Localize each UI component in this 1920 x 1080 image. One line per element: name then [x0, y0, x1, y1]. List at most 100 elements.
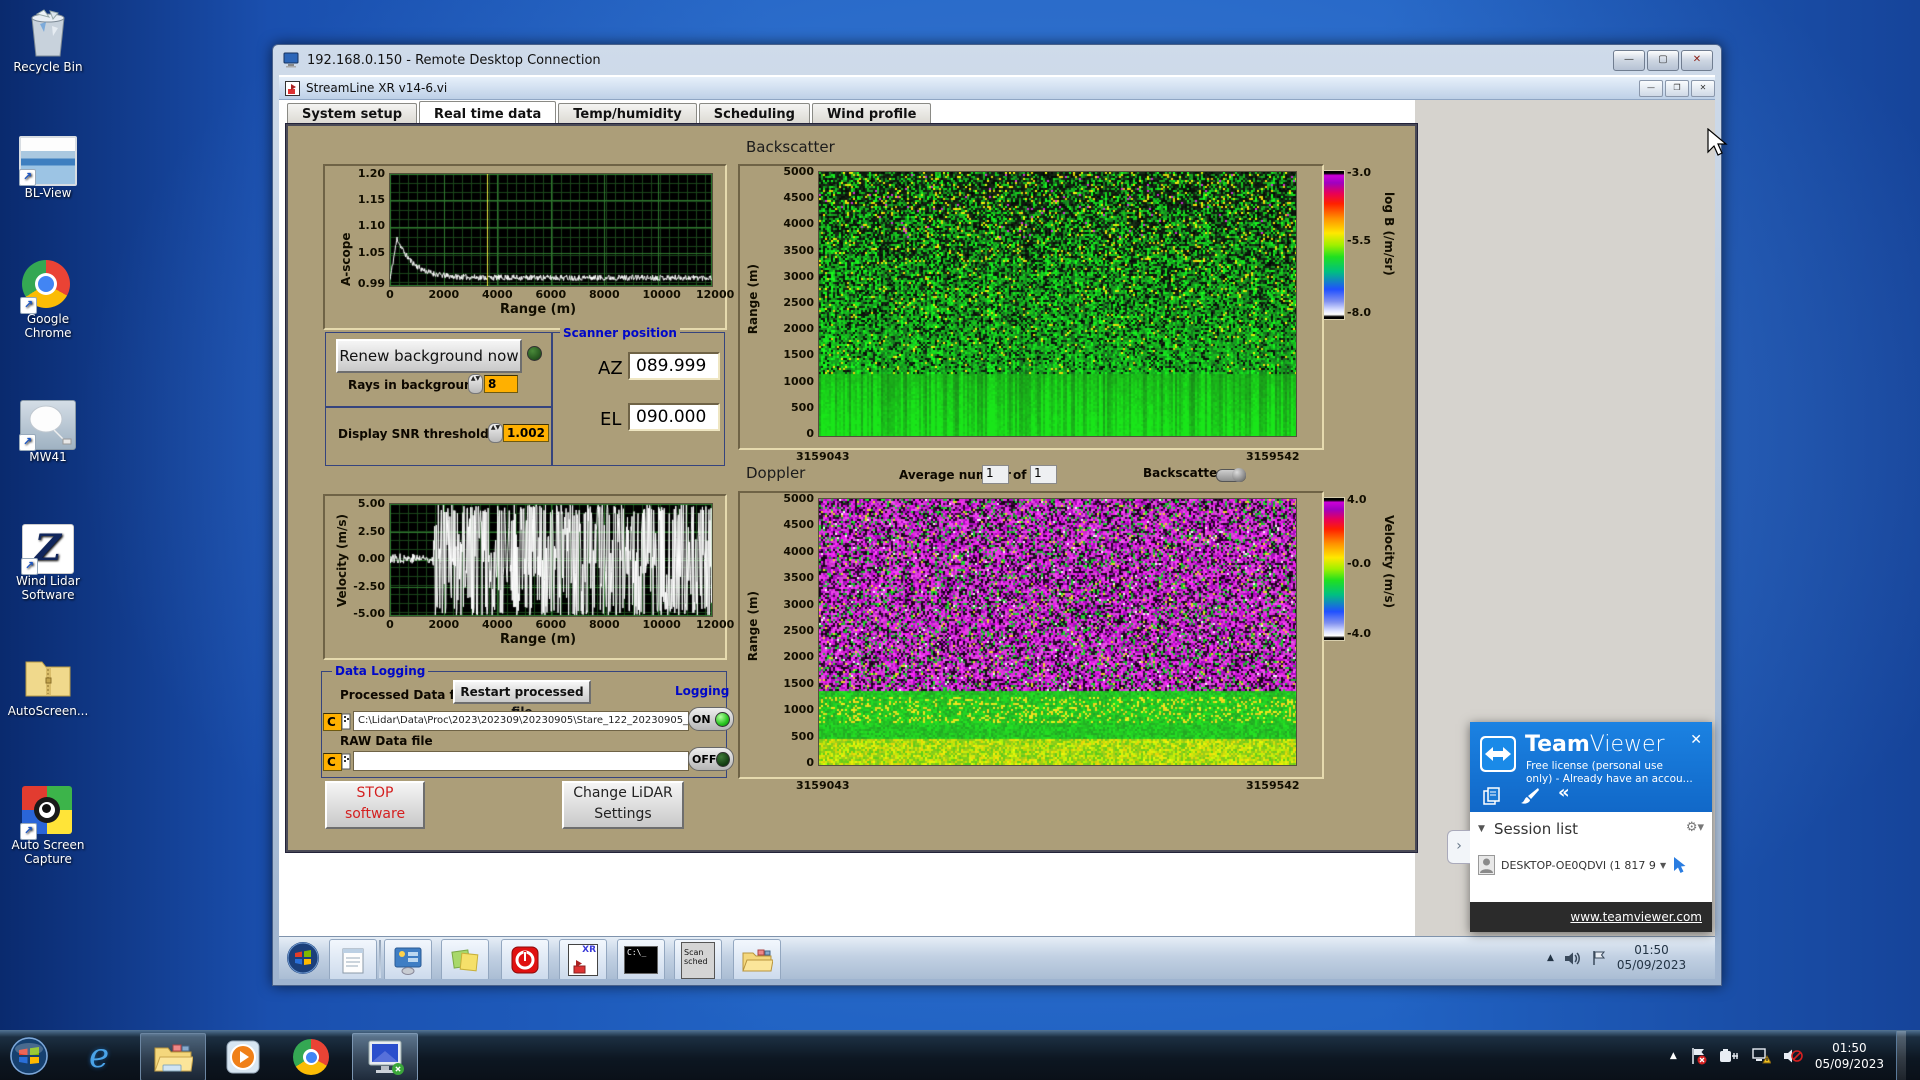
- vi-close-button[interactable]: ✕: [1691, 79, 1715, 97]
- scanner-position-title: Scanner position: [560, 326, 680, 340]
- vi-title-bar[interactable]: StreamLine XR v14-6.vi — ❐ ✕: [279, 77, 1715, 100]
- processed-path-field[interactable]: C:\Lidar\Data\Proc\2023\202309\20230905\…: [353, 711, 689, 731]
- host-taskbar-internet-explorer[interactable]: e: [76, 1035, 122, 1077]
- desktop-icon-auto-screen-capture[interactable]: ↗ Auto Screen Capture: [0, 786, 96, 866]
- tab-system-setup[interactable]: System setup: [287, 103, 418, 126]
- vi-minimize-button[interactable]: —: [1639, 79, 1663, 97]
- session-settings-gear-icon[interactable]: ⚙▾: [1686, 820, 1704, 835]
- action-center-flag-icon[interactable]: [1591, 950, 1607, 966]
- connect-pointer-icon[interactable]: [1672, 856, 1688, 874]
- action-center-flag-icon[interactable]: [1689, 1047, 1707, 1065]
- snr-spinner[interactable]: ▲▼: [488, 423, 503, 443]
- windows-explorer-icon: [154, 1044, 193, 1072]
- network-status-icon[interactable]: [1751, 1047, 1771, 1065]
- teamviewer-link[interactable]: www.teamviewer.com: [1570, 910, 1702, 924]
- tab-real-time-data[interactable]: Real time data: [419, 101, 557, 126]
- remote-quicklaunch-labview-xr[interactable]: XR: [559, 939, 607, 979]
- browse-icon[interactable]: [341, 753, 351, 770]
- vi-restore-button[interactable]: ❐: [1665, 79, 1689, 97]
- el-field[interactable]: 090.000: [628, 403, 720, 431]
- session-list-expander-icon[interactable]: ▼: [1478, 824, 1485, 834]
- average-current-field[interactable]: 1: [982, 465, 1009, 484]
- remote-quicklaunch-notepad[interactable]: [329, 939, 377, 979]
- volume-muted-icon[interactable]: [1783, 1047, 1803, 1065]
- rdp-window-icon: [283, 52, 299, 68]
- auto-screen-capture-icon: ↗: [20, 786, 74, 840]
- rdp-maximize-button[interactable]: ▢: [1647, 49, 1679, 71]
- remote-quicklaunch-power[interactable]: [501, 939, 549, 979]
- remote-clock[interactable]: 01:50 05/09/2023: [1617, 943, 1686, 973]
- rdp-title-bar[interactable]: 192.168.0.150 - Remote Desktop Connectio…: [273, 45, 1721, 75]
- doppler-x-end: 3159542: [1246, 779, 1300, 792]
- restart-processed-file-button[interactable]: Restart processed file: [453, 680, 591, 719]
- raw-drive-box[interactable]: C: [323, 753, 342, 771]
- ascope-ylabel: A-scope: [339, 232, 353, 287]
- desktop-icon-recycle-bin[interactable]: Recycle Bin: [0, 8, 96, 74]
- spin-down-icon[interactable]: ▼: [496, 424, 501, 431]
- speaker-icon[interactable]: [1564, 951, 1581, 966]
- copy-icon[interactable]: [1482, 786, 1502, 806]
- host-taskbar-windows-explorer[interactable]: [140, 1033, 206, 1080]
- host-taskbar-media-player[interactable]: [220, 1036, 266, 1078]
- backscatter-toggle[interactable]: [1216, 468, 1246, 482]
- host-start-button[interactable]: [6, 1034, 52, 1078]
- renew-background-button[interactable]: Renew background now: [336, 339, 522, 373]
- toggle-knob[interactable]: [1232, 468, 1246, 482]
- processed-logging-pill[interactable]: ON: [688, 707, 734, 731]
- host-taskbar-remote-desktop[interactable]: [352, 1033, 418, 1080]
- browse-icon[interactable]: [341, 713, 351, 730]
- remote-quicklaunch-sticky-notes[interactable]: [441, 939, 489, 979]
- az-field[interactable]: 089.999: [628, 352, 720, 380]
- labview-xr-icon: XR: [568, 944, 598, 976]
- desktop-icon-autoscreen-zip[interactable]: AutoScreen...: [0, 652, 96, 718]
- y-tick-label: 1.15: [357, 193, 385, 207]
- rays-spinner[interactable]: ▲▼: [468, 374, 483, 394]
- rdp-minimize-button[interactable]: —: [1613, 49, 1645, 71]
- teamviewer-footer: www.teamviewer.com: [1470, 902, 1712, 932]
- y-tick-label: 1500: [783, 676, 814, 690]
- show-desktop-button[interactable]: [1896, 1031, 1906, 1080]
- tray-up-arrow-icon[interactable]: ▲: [1547, 953, 1554, 963]
- tab-wind-profile[interactable]: Wind profile: [811, 103, 932, 126]
- average-of-label: of: [1013, 468, 1027, 482]
- teamviewer-close-icon[interactable]: ✕: [1690, 732, 1702, 748]
- rdp-close-button[interactable]: ✕: [1681, 49, 1713, 71]
- stop-software-button[interactable]: STOP software: [325, 781, 425, 829]
- teamviewer-collapse-handle[interactable]: ›: [1447, 830, 1470, 864]
- brush-icon[interactable]: [1518, 786, 1540, 806]
- remote-quicklaunch-display-settings[interactable]: [384, 939, 432, 979]
- remote-start-button[interactable]: [283, 939, 323, 977]
- remote-quicklaunch-cmd[interactable]: C:\_: [617, 939, 665, 979]
- backscatter-x-start: 3159043: [796, 450, 850, 463]
- session-dropdown-icon[interactable]: ▼: [1660, 861, 1666, 870]
- average-total-field[interactable]: 1: [1030, 465, 1057, 484]
- processed-drive-box[interactable]: C: [323, 713, 342, 731]
- raw-path-field[interactable]: [353, 751, 689, 771]
- host-clock[interactable]: 01:50 05/09/2023: [1815, 1040, 1884, 1072]
- change-lidar-settings-button[interactable]: Change LiDAR Settings: [562, 781, 684, 829]
- doppler-ylabel: Range (m): [746, 591, 760, 662]
- snr-value[interactable]: 1.002: [503, 424, 549, 442]
- battery-power-icon[interactable]: [1719, 1047, 1739, 1065]
- collapse-chevrons-icon[interactable]: «: [1558, 782, 1570, 803]
- y-tick-label: 3000: [783, 269, 814, 283]
- session-row[interactable]: DESKTOP-OE0QDVI (1 817 937 ▼: [1478, 852, 1704, 878]
- rays-value[interactable]: 8: [484, 375, 518, 393]
- x-tick-label: 12000: [696, 288, 735, 301]
- desktop-icon-bl-view[interactable]: ↗ BL-View: [0, 136, 96, 200]
- raw-logging-pill[interactable]: OFF: [688, 747, 734, 771]
- tray-up-arrow-icon[interactable]: ▲: [1670, 1051, 1677, 1061]
- host-taskbar-chrome[interactable]: [288, 1036, 334, 1078]
- on-label: ON: [692, 712, 711, 726]
- tab-temp-humidity[interactable]: Temp/humidity: [558, 103, 697, 126]
- desktop-icon-wind-lidar[interactable]: Z ↗ Wind Lidar Software: [0, 524, 96, 602]
- remote-taskbar: XR C:\_ Scan sched ▲ 01:50 05/09/2023: [279, 936, 1715, 979]
- processed-file-label: Processed Data file: [340, 688, 471, 702]
- remote-quicklaunch-scan-sched[interactable]: Scan sched: [674, 939, 722, 979]
- tab-scheduling[interactable]: Scheduling: [698, 103, 810, 126]
- desktop-icon-mw41[interactable]: ↗ MW41: [0, 400, 96, 464]
- spin-down-icon[interactable]: ▼: [476, 375, 481, 382]
- chrome-icon: [293, 1039, 329, 1075]
- remote-quicklaunch-folder[interactable]: [733, 939, 781, 979]
- desktop-icon-chrome[interactable]: ↗ Google Chrome: [0, 260, 96, 340]
